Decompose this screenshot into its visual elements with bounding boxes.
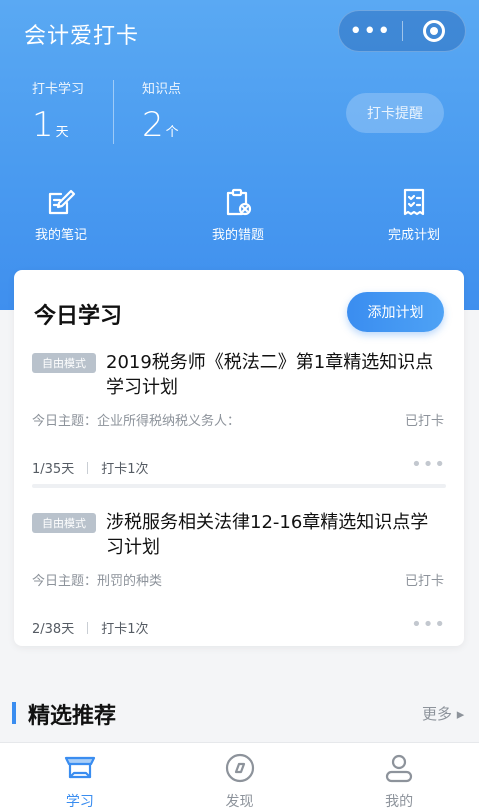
- stat-divider: [113, 80, 114, 144]
- note-edit-icon: [48, 189, 76, 215]
- plan-topic: 今日主题：刑罚的种类: [32, 574, 163, 589]
- plan-meta: 2/38天 打卡1次: [32, 618, 148, 637]
- graduation-cap-icon: [64, 756, 95, 779]
- stat-label: 打卡学习: [32, 82, 85, 97]
- target-icon: [422, 20, 445, 42]
- user-icon: [386, 754, 413, 783]
- mode-badge: 自由模式: [32, 513, 96, 533]
- quick-action-notes[interactable]: 我的笔记: [16, 186, 106, 243]
- plan-more-button[interactable]: •••: [411, 454, 446, 475]
- stat-unit: 天: [55, 125, 69, 140]
- tab-label: 我的: [385, 794, 414, 810]
- plan-progress: 2/38天: [32, 622, 75, 637]
- plan-title: 涉税服务相关法律12-16章精选知识点学习计划: [106, 512, 429, 558]
- more-menu-button[interactable]: •••: [339, 11, 402, 51]
- quick-action-label: 我的笔记: [34, 228, 87, 243]
- plan-progress: 1/35天: [32, 462, 75, 477]
- quick-action-wrong-questions[interactable]: 我的错题: [193, 186, 283, 243]
- stat-value: 2: [142, 105, 164, 145]
- stat-label: 知识点: [142, 82, 182, 97]
- today-study-title: 今日学习: [34, 304, 123, 329]
- wrong-questions-icon: [226, 188, 252, 216]
- mode-badge: 自由模式: [32, 353, 96, 373]
- stat-value: 1: [32, 105, 54, 145]
- plan-meta: 1/35天 打卡1次: [32, 458, 148, 477]
- bottom-tab-bar: 学习 发现 我的: [0, 742, 479, 812]
- plan-title: 2019税务师《税法二》第1章精选知识点学习计划: [106, 352, 434, 398]
- compass-icon: [225, 753, 254, 783]
- checkin-reminder-button[interactable]: 打卡提醒: [346, 93, 444, 133]
- plan-checkins: 打卡1次: [101, 622, 149, 637]
- add-plan-button[interactable]: 添加计划: [347, 292, 444, 332]
- mini-program-capsule: •••: [338, 10, 466, 52]
- quick-action-label: 我的错题: [211, 228, 264, 243]
- recommend-title: 精选推荐: [28, 704, 117, 729]
- close-target-button[interactable]: [402, 11, 465, 51]
- app-title: 会计爱打卡: [24, 24, 140, 49]
- tab-study[interactable]: 学习: [0, 743, 160, 812]
- stat-study-days: 打卡学习 1天: [32, 78, 84, 145]
- tab-label: 发现: [225, 794, 254, 810]
- header: 会计爱打卡 ••• 打卡学习 1天 知识点 2个 打卡提醒 我的笔记 我的错题 …: [0, 0, 479, 310]
- plan-status: 已打卡: [404, 574, 444, 589]
- tab-mine[interactable]: 我的: [319, 743, 479, 812]
- stat-unit: 个: [165, 125, 179, 140]
- plan-divider: [32, 484, 446, 488]
- plan-status: 已打卡: [404, 414, 444, 429]
- recommend-more-link[interactable]: 更多 ▸: [422, 703, 464, 724]
- plan-checkins: 打卡1次: [101, 462, 149, 477]
- tab-label: 学习: [65, 794, 94, 810]
- tab-discover[interactable]: 发现: [160, 743, 320, 812]
- section-accent-bar: [12, 702, 16, 724]
- checklist-icon: [403, 188, 425, 216]
- quick-action-label: 完成计划: [387, 228, 440, 243]
- today-study-card: 今日学习 添加计划 自由模式 2019税务师《税法二》第1章精选知识点学习计划 …: [14, 270, 464, 646]
- quick-action-completed-plans[interactable]: 完成计划: [369, 186, 459, 243]
- stat-knowledge-points: 知识点 2个: [142, 78, 181, 145]
- plan-more-button[interactable]: •••: [411, 614, 446, 635]
- plan-topic: 今日主题：企业所得税纳税义务人：: [32, 414, 241, 429]
